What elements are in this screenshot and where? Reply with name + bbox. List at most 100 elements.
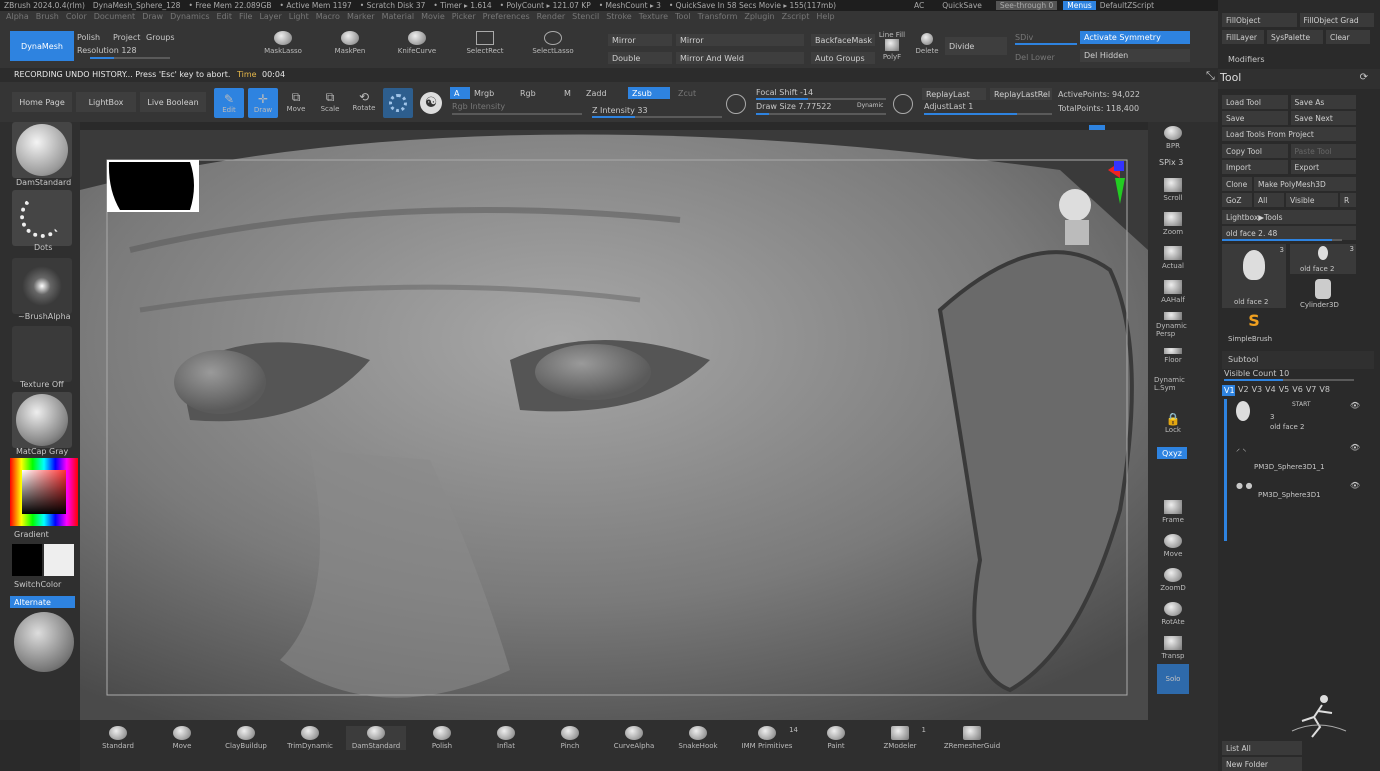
mirror-axis-button[interactable]: Mirror	[676, 34, 804, 46]
gradient-label[interactable]: Gradient	[14, 530, 49, 539]
menu-stencil[interactable]: Stencil	[572, 12, 599, 21]
mirror-weld-button[interactable]: Mirror And Weld	[676, 52, 804, 64]
masklasso-tool[interactable]: MaskLasso	[258, 31, 308, 55]
color-square[interactable]	[22, 470, 66, 514]
mat-preview-sphere[interactable]	[14, 612, 74, 672]
menu-file[interactable]: File	[239, 12, 252, 21]
scroll-button[interactable]: Scroll	[1160, 178, 1186, 202]
menu-stroke[interactable]: Stroke	[606, 12, 632, 21]
brush-polish[interactable]: Polish	[414, 726, 470, 750]
defaultzscript-button[interactable]: DefaultZScript	[1096, 1, 1158, 10]
ac-item[interactable]: AC	[910, 1, 928, 10]
home-page-button[interactable]: Home Page	[12, 92, 72, 112]
sdiv-slider[interactable]: SDiv	[1015, 33, 1033, 42]
live-boolean-button[interactable]: Live Boolean	[140, 92, 206, 112]
rgb-toggle[interactable]: Rgb	[520, 89, 536, 98]
subtool-tab-v3[interactable]: V3	[1252, 385, 1263, 396]
rotate-view-button[interactable]: RotAte	[1160, 602, 1186, 626]
make-polymesh-button[interactable]: Make PolyMesh3D	[1254, 177, 1356, 191]
menus-button[interactable]: Menus	[1063, 1, 1096, 10]
tool-thumb-cylinder[interactable]: Cylinder3D	[1290, 277, 1356, 309]
scale-mode-button[interactable]: ⧉ Scale	[316, 90, 344, 113]
rotate-mode-button[interactable]: ⟲ Rotate	[350, 90, 378, 112]
solo-gizmo-icon[interactable]: ☯	[420, 92, 442, 114]
del-lower-button[interactable]: Del Lower	[1015, 53, 1055, 62]
all-button[interactable]: All	[1254, 193, 1284, 207]
zsub-toggle[interactable]: Zsub	[628, 87, 670, 99]
move-mode-button[interactable]: ⧉ Move	[282, 90, 310, 113]
menu-material[interactable]: Material	[382, 12, 415, 21]
eye-icon[interactable]: 👁	[1350, 401, 1360, 410]
tool-slider[interactable]: old face 2. 48	[1222, 226, 1356, 240]
menu-light[interactable]: Light	[289, 12, 309, 21]
subtool-item-oldface[interactable]: START 3 old face 2 👁	[1232, 401, 1362, 437]
dynamic-toggle[interactable]: Dynamic	[857, 102, 883, 109]
brush-snakehook[interactable]: SnakeHook	[670, 726, 726, 750]
brush-paint[interactable]: Paint	[808, 726, 864, 750]
divide-button[interactable]: Divide	[945, 37, 1007, 55]
save-as-button[interactable]: Save As	[1290, 95, 1356, 109]
seethrough-slider[interactable]: See-through 0	[995, 1, 1058, 10]
menu-document[interactable]: Document	[94, 12, 135, 21]
color-picker[interactable]	[10, 458, 78, 526]
brush-pinch[interactable]: Pinch	[542, 726, 598, 750]
knifecurve-tool[interactable]: KnifeCurve	[392, 31, 442, 55]
material-slot[interactable]	[12, 392, 72, 448]
subtool-tab-v7[interactable]: V7	[1306, 385, 1317, 396]
mirror-button[interactable]: Mirror	[608, 34, 672, 46]
copy-tool-button[interactable]: Copy Tool	[1222, 144, 1288, 158]
refresh-icon[interactable]: ⟳	[1360, 72, 1368, 83]
subtool-tab-v1[interactable]: V1	[1222, 385, 1235, 396]
actual-button[interactable]: Actual	[1160, 246, 1186, 270]
secondary-color-swatch[interactable]	[44, 544, 74, 576]
linefill-button[interactable]: Line Fill PolyF	[878, 31, 906, 61]
move-view-button[interactable]: Move	[1160, 534, 1186, 558]
menu-draw[interactable]: Draw	[142, 12, 163, 21]
subtool-header[interactable]: Subtool	[1222, 351, 1374, 369]
brush-slot[interactable]	[12, 122, 72, 178]
brush-curvealpha[interactable]: CurveAlpha	[606, 726, 662, 750]
menu-render[interactable]: Render	[537, 12, 565, 21]
subtool-tab-v5[interactable]: V5	[1279, 385, 1290, 396]
replay-last-rel-button[interactable]: ReplayLastRel	[990, 88, 1052, 100]
lock-button[interactable]: 🔒 Lock	[1160, 412, 1186, 434]
aahalf-button[interactable]: AAHalf	[1160, 280, 1186, 304]
import-button[interactable]: Import	[1222, 160, 1288, 174]
z-intensity-track[interactable]	[592, 116, 722, 118]
bpr-button[interactable]: BPR	[1160, 126, 1186, 150]
tool-header[interactable]: ⤡ Tool ⟳	[1206, 69, 1380, 89]
selectrect-tool[interactable]: SelectRect	[460, 31, 510, 55]
rgb-intensity-track[interactable]	[452, 113, 582, 115]
menu-alpha[interactable]: Alpha	[6, 12, 29, 21]
menu-layer[interactable]: Layer	[259, 12, 281, 21]
paste-tool-button[interactable]: Paste Tool	[1290, 144, 1356, 158]
export-button[interactable]: Export	[1290, 160, 1356, 174]
brush-zremesherguide[interactable]: ZRemesherGuid	[936, 726, 1008, 750]
menu-edit[interactable]: Edit	[217, 12, 233, 21]
save-next-button[interactable]: Save Next	[1290, 111, 1356, 125]
main-color-swatch[interactable]	[12, 544, 42, 576]
brush-claybuildup[interactable]: ClayBuildup	[218, 726, 274, 750]
save-button[interactable]: Save	[1222, 111, 1288, 125]
lightbox-tools-button[interactable]: Lightbox▶Tools	[1222, 210, 1356, 224]
menu-tool[interactable]: Tool	[675, 12, 691, 21]
quicksave-button[interactable]: QuickSave	[938, 1, 986, 10]
double-button[interactable]: Double	[608, 52, 672, 64]
eye-icon[interactable]: 👁	[1350, 443, 1360, 452]
menu-movie[interactable]: Movie	[421, 12, 445, 21]
transp-button[interactable]: Transp	[1160, 636, 1186, 660]
rgb-intensity-slider[interactable]: Rgb Intensity	[452, 102, 505, 111]
polish-toggle[interactable]: Polish	[77, 33, 100, 42]
subtool-item-sphere1[interactable]: ⸝ ⸜ PM3D_Sphere3D1_1 👁	[1232, 443, 1362, 479]
alternate-button[interactable]: Alternate	[10, 596, 75, 608]
frame-button[interactable]: Frame	[1160, 500, 1186, 524]
fillobject-grad-button[interactable]: FillObject Grad	[1299, 13, 1374, 27]
draw-size-slider[interactable]: Draw Size 7.77522	[756, 102, 831, 111]
subtool-tab-v8[interactable]: V8	[1319, 385, 1330, 396]
sculptris-button[interactable]	[383, 88, 413, 118]
menu-dynamics[interactable]: Dynamics	[170, 12, 209, 21]
load-tools-from-project-button[interactable]: Load Tools From Project	[1222, 127, 1356, 141]
menu-picker[interactable]: Picker	[452, 12, 476, 21]
project-toggle[interactable]: Project	[113, 33, 140, 42]
switchcolor-button[interactable]: SwitchColor	[14, 580, 61, 589]
